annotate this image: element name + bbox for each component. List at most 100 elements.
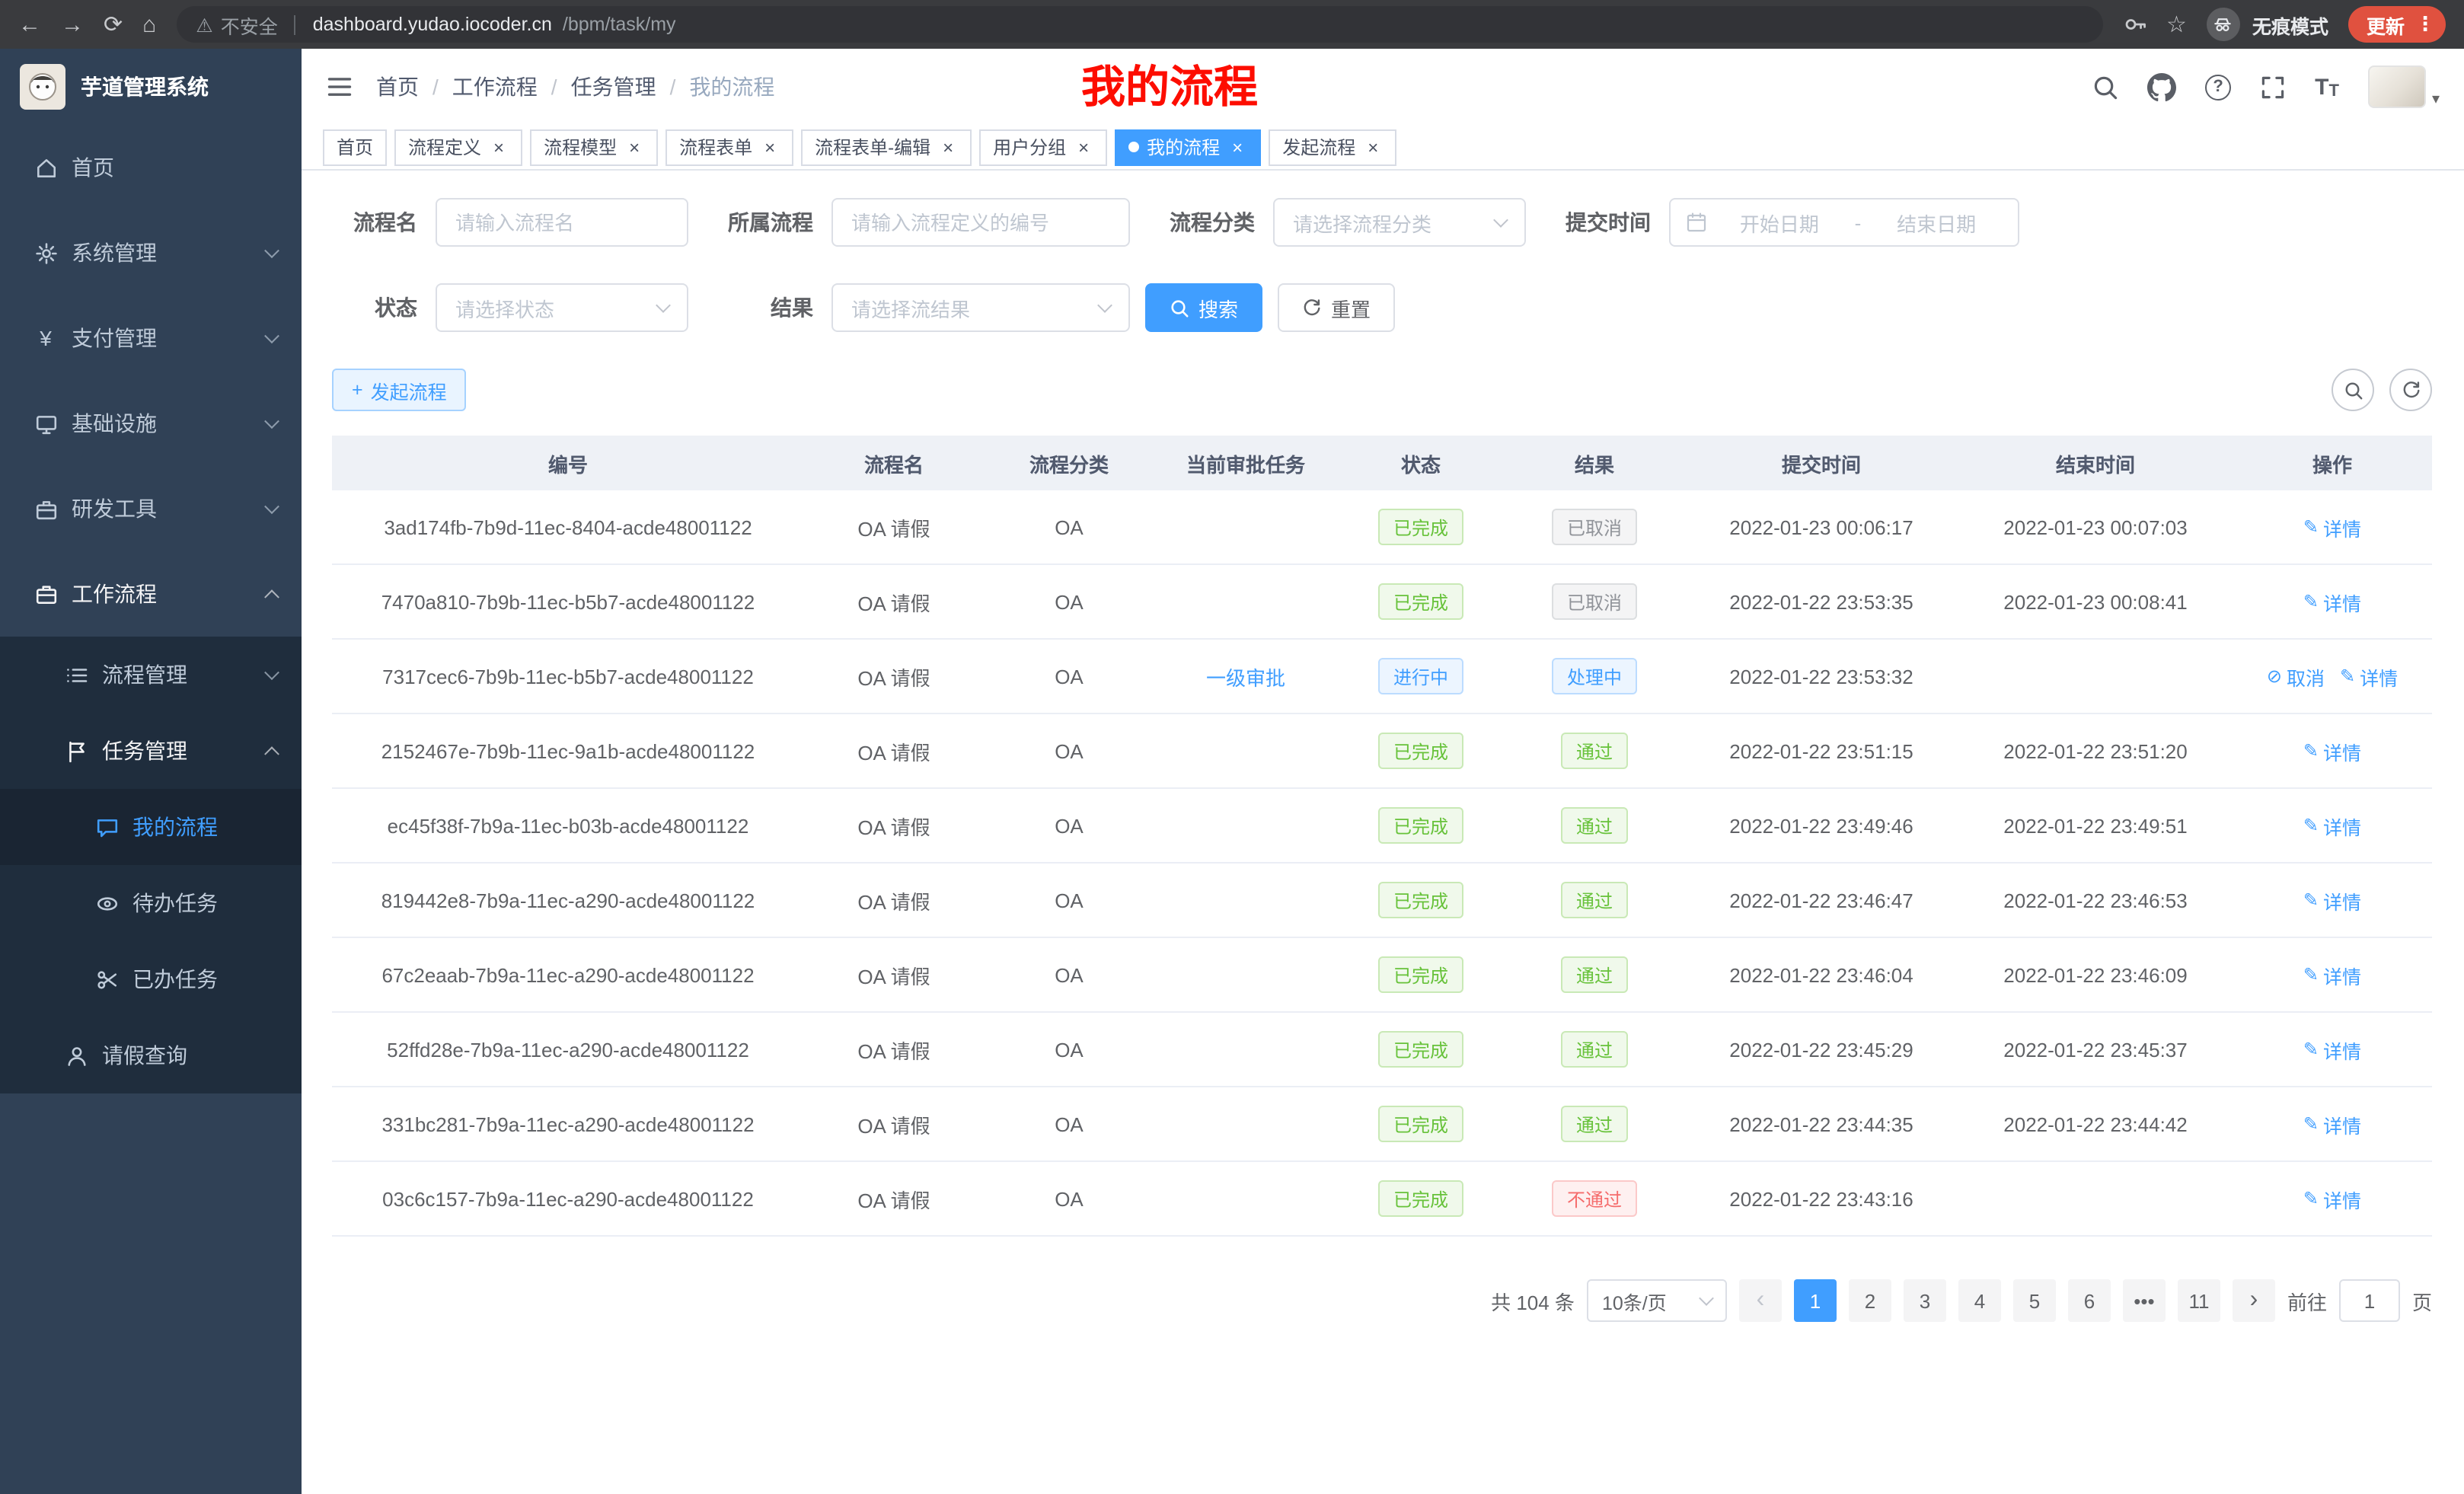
detail-action-link[interactable]: ✎ 详情 bbox=[2303, 960, 2361, 989]
app-logo[interactable]: 芋道管理系统 bbox=[0, 49, 302, 125]
menu-kebab-icon[interactable]: ⋮ bbox=[2415, 12, 2435, 37]
detail-action-link[interactable]: ✎ 详情 bbox=[2303, 811, 2361, 840]
end-date-placeholder[interactable]: 结束日期 bbox=[1870, 208, 2003, 237]
page-button[interactable]: 1 bbox=[1794, 1279, 1837, 1322]
sidebar-item-process-management[interactable]: 流程管理 bbox=[0, 637, 302, 713]
table-row[interactable]: 2152467e-7b9b-11ec-9a1b-acde48001122 OA … bbox=[332, 714, 2432, 789]
home-icon[interactable]: ⌂ bbox=[142, 13, 156, 36]
cell-current-task bbox=[1154, 1087, 1337, 1160]
reset-button[interactable]: 重置 bbox=[1278, 283, 1395, 332]
reload-icon[interactable]: ⟳ bbox=[104, 13, 123, 36]
address-bar[interactable]: ⚠ 不安全 dashboard.yudao.iocoder.cn/bpm/tas… bbox=[176, 6, 2102, 43]
table-row[interactable]: 52ffd28e-7b9a-11ec-a290-acde48001122 OA … bbox=[332, 1013, 2432, 1087]
sidebar-item-workflow[interactable]: 工作流程 bbox=[0, 551, 302, 637]
cancel-action-link[interactable]: ⊘ 取消 bbox=[2267, 662, 2325, 691]
sidebar-item-payment-management[interactable]: ¥ 支付管理 bbox=[0, 295, 302, 381]
breadcrumb-item[interactable]: 首页 bbox=[376, 72, 419, 102]
page-button[interactable]: 11 bbox=[2178, 1279, 2220, 1322]
sidebar-collapse-icon[interactable] bbox=[326, 73, 353, 101]
start-date-placeholder[interactable]: 开始日期 bbox=[1713, 208, 1846, 237]
page-button[interactable]: 4 bbox=[1958, 1279, 2001, 1322]
table-row[interactable]: 3ad174fb-7b9d-11ec-8404-acde48001122 OA … bbox=[332, 490, 2432, 565]
security-status[interactable]: ⚠ 不安全 bbox=[196, 10, 277, 39]
status-select[interactable]: 请选择状态 bbox=[436, 283, 688, 332]
sidebar-item-infrastructure[interactable]: 基础设施 bbox=[0, 381, 302, 466]
cell-category: OA bbox=[984, 938, 1154, 1011]
table-row[interactable]: 03c6c157-7b9a-11ec-a290-acde48001122 OA … bbox=[332, 1162, 2432, 1237]
font-size-icon[interactable]: TT bbox=[2315, 74, 2339, 100]
tab-7[interactable]: 发起流程 × bbox=[1269, 129, 1396, 165]
sidebar-item-home[interactable]: 首页 bbox=[0, 125, 302, 210]
table-row[interactable]: 67c2eaab-7b9a-11ec-a290-acde48001122 OA … bbox=[332, 938, 2432, 1013]
github-icon[interactable] bbox=[2147, 72, 2176, 101]
next-page-button[interactable]: › bbox=[2233, 1279, 2275, 1322]
toggle-search-button[interactable] bbox=[2332, 369, 2374, 411]
avatar[interactable] bbox=[2368, 65, 2426, 108]
detail-action-link[interactable]: ✎ 详情 bbox=[2303, 736, 2361, 765]
search-icon[interactable] bbox=[2092, 74, 2118, 100]
page-button[interactable]: 6 bbox=[2068, 1279, 2111, 1322]
tab-1[interactable]: 流程定义 × bbox=[394, 129, 522, 165]
tab-5[interactable]: 用户分组 × bbox=[979, 129, 1107, 165]
user-menu[interactable]: ▾ bbox=[2368, 65, 2440, 108]
refresh-table-button[interactable] bbox=[2389, 369, 2432, 411]
tab-6[interactable]: 我的流程 × bbox=[1115, 129, 1261, 165]
sidebar-item-my-process[interactable]: 我的流程 bbox=[0, 789, 302, 865]
search-button[interactable]: 搜索 bbox=[1145, 283, 1262, 332]
goto-page-input[interactable] bbox=[2339, 1279, 2400, 1322]
detail-action-link[interactable]: ✎ 详情 bbox=[2303, 1184, 2361, 1213]
category-select[interactable]: 请选择流程分类 bbox=[1273, 198, 1526, 247]
tab-0[interactable]: 首页 bbox=[323, 129, 387, 165]
help-icon[interactable]: ? bbox=[2205, 74, 2231, 100]
process-name-input[interactable] bbox=[436, 198, 688, 247]
close-icon[interactable]: × bbox=[1227, 137, 1247, 157]
page-button[interactable]: 3 bbox=[1904, 1279, 1946, 1322]
back-icon[interactable]: ← bbox=[18, 13, 41, 36]
detail-action-link[interactable]: ✎ 详情 bbox=[2303, 886, 2361, 915]
page-button[interactable]: 2 bbox=[1849, 1279, 1891, 1322]
detail-action-link[interactable]: ✎ 详情 bbox=[2340, 662, 2398, 691]
fullscreen-icon[interactable] bbox=[2260, 74, 2286, 100]
detail-action-link[interactable]: ✎ 详情 bbox=[2303, 587, 2361, 616]
breadcrumb-item[interactable]: 任务管理 bbox=[571, 72, 656, 102]
detail-action-link[interactable]: ✎ 详情 bbox=[2303, 1035, 2361, 1064]
table-row[interactable]: 7317cec6-7b9b-11ec-b5b7-acde48001122 OA … bbox=[332, 640, 2432, 714]
sidebar-item-todo-tasks[interactable]: 待办任务 bbox=[0, 865, 302, 941]
bookmark-star-icon[interactable]: ☆ bbox=[2166, 13, 2187, 36]
close-icon[interactable]: × bbox=[624, 137, 644, 157]
close-icon[interactable]: × bbox=[489, 137, 509, 157]
more-pages-button[interactable]: ••• bbox=[2123, 1279, 2166, 1322]
table-row[interactable]: 7470a810-7b9b-11ec-b5b7-acde48001122 OA … bbox=[332, 565, 2432, 640]
breadcrumb-item[interactable]: 工作流程 bbox=[452, 72, 538, 102]
detail-action-link[interactable]: ✎ 详情 bbox=[2303, 1109, 2361, 1138]
table-row[interactable]: 331bc281-7b9a-11ec-a290-acde48001122 OA … bbox=[332, 1087, 2432, 1162]
detail-action-link[interactable]: ✎ 详情 bbox=[2303, 512, 2361, 541]
sidebar-item-done-tasks[interactable]: 已办任务 bbox=[0, 941, 302, 1017]
process-id-input[interactable] bbox=[831, 198, 1130, 247]
forward-icon[interactable]: → bbox=[61, 13, 84, 36]
create-process-button[interactable]: + 发起流程 bbox=[332, 369, 467, 411]
status-badge: 已完成 bbox=[1378, 1106, 1463, 1142]
cell-end-time: 2022-01-22 23:46:09 bbox=[1958, 938, 2233, 1011]
close-icon[interactable]: × bbox=[1074, 137, 1093, 157]
close-icon[interactable]: × bbox=[760, 137, 780, 157]
page-size-select[interactable]: 10条/页 bbox=[1587, 1279, 1727, 1322]
tab-4[interactable]: 流程表单-编辑 × bbox=[801, 129, 972, 165]
update-button[interactable]: 更新 ⋮ bbox=[2348, 6, 2446, 43]
table-row[interactable]: ec45f38f-7b9a-11ec-b03b-acde48001122 OA … bbox=[332, 789, 2432, 864]
sidebar-item-dev-tools[interactable]: 研发工具 bbox=[0, 466, 302, 551]
tab-2[interactable]: 流程模型 × bbox=[530, 129, 658, 165]
sidebar-item-task-management[interactable]: 任务管理 bbox=[0, 713, 302, 789]
prev-page-button[interactable]: ‹ bbox=[1739, 1279, 1782, 1322]
result-select[interactable]: 请选择流结果 bbox=[831, 283, 1130, 332]
task-link[interactable]: 一级审批 bbox=[1206, 662, 1285, 691]
table-row[interactable]: 819442e8-7b9a-11ec-a290-acde48001122 OA … bbox=[332, 864, 2432, 938]
close-icon[interactable]: × bbox=[1363, 137, 1383, 157]
key-icon[interactable] bbox=[2122, 12, 2146, 37]
close-icon[interactable]: × bbox=[938, 137, 958, 157]
date-range-picker[interactable]: 开始日期 - 结束日期 bbox=[1669, 198, 2019, 247]
page-button[interactable]: 5 bbox=[2013, 1279, 2056, 1322]
sidebar-item-leave-query[interactable]: 请假查询 bbox=[0, 1017, 302, 1093]
sidebar-item-system-management[interactable]: 系统管理 bbox=[0, 210, 302, 295]
tab-3[interactable]: 流程表单 × bbox=[665, 129, 793, 165]
